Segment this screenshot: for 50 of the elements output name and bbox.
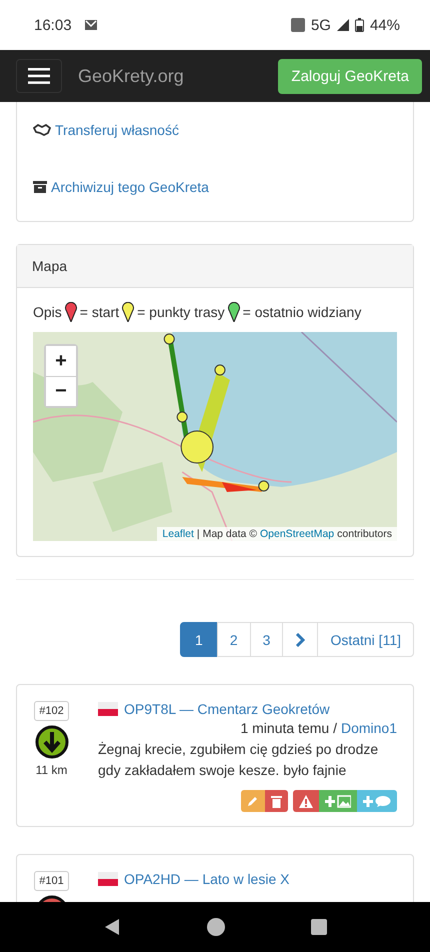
pencil-icon [247,795,259,807]
legend-text: = ostatnio widziany [242,304,362,320]
openstreetmap-link[interactable]: OpenStreetMap [260,528,334,540]
card-title: Mapa [32,258,68,274]
plus-comment-icon [363,794,391,808]
page-button[interactable]: 3 [250,622,284,657]
zoom-out-button[interactable]: − [46,376,76,406]
log-number: #101 [34,871,69,891]
legend-label: Opis [33,304,62,320]
add-comment-button[interactable] [357,790,397,812]
distance-label: 11 km [36,763,68,777]
warning-icon [299,794,313,808]
legend-text: = start [80,304,120,320]
report-button[interactable] [293,790,319,812]
cache-link[interactable]: OP9T8L — Cmentarz Geokretów [124,701,330,717]
next-page-button[interactable] [282,622,318,657]
last-page-button[interactable]: Ostatni [11] [317,622,414,657]
add-picture-button[interactable] [319,790,357,812]
page-button[interactable]: 2 [216,622,251,657]
trash-icon [271,794,282,808]
archive-box-icon [33,181,47,193]
delete-button[interactable] [265,790,288,812]
author-link[interactable]: Domino1 [340,720,397,736]
cache-link[interactable]: OPA2HD — Lato w lesie X [124,871,290,887]
flag-icon [98,872,118,886]
signal-icon [336,19,349,31]
log-comment: Żegnaj krecie, zgubiłem cię gdzieś po drodze gdy zakładałem swoje kesze. było fajnie [98,740,380,780]
mail-icon [84,19,98,31]
battery-level: 44% [370,16,400,34]
home-icon[interactable] [207,918,225,936]
action-link[interactable]: Archiwizuj tego GeoKreta [51,179,209,195]
attribution-text: | Map data © [196,528,257,540]
leaflet-link[interactable]: Leaflet [162,528,194,540]
menu-button[interactable] [16,59,62,93]
action-link[interactable]: Transferuj własność [55,122,179,138]
flag-icon [98,702,118,716]
page-button[interactable]: 1 [180,622,218,657]
back-icon[interactable] [103,918,121,936]
menu-icon [28,68,50,84]
log-time: 1 minuta temu / [240,720,337,736]
chevron-right-icon [295,632,306,646]
clock: 16:03 [34,16,72,34]
attribution-text: contributors [337,528,392,540]
plus-image-icon [325,794,351,808]
site-title[interactable]: GeoKrety.org [78,66,184,86]
network-type: 5G [310,16,331,34]
log-number: #102 [34,701,69,721]
legend-text: = punkty trasy [137,304,225,320]
login-button[interactable]: Zaloguj GeoKreta [278,58,422,94]
battery-icon [354,18,364,32]
